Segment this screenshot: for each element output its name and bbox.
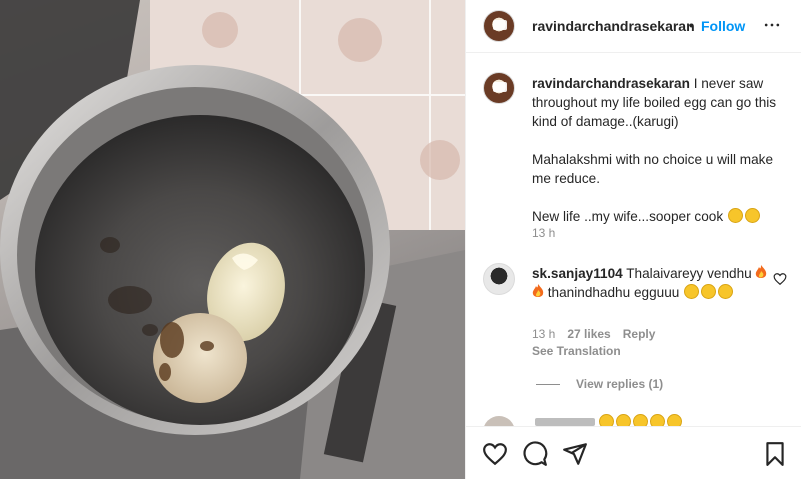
replies-divider-line: [536, 383, 560, 385]
heart-icon[interactable]: [482, 441, 508, 467]
caption-line-2: Mahalakshmi with no choice u will make m…: [532, 152, 774, 186]
commenter-avatar[interactable]: [483, 263, 515, 295]
next-comment-peek: [483, 414, 783, 426]
next-commenter-username: [535, 418, 595, 426]
caption-text: ravindarchandrasekaran I never saw throu…: [532, 74, 794, 245]
header-separator: •: [689, 17, 694, 33]
comment-text: sk.sanjay1104 Thalaivareyy vendhu thanin…: [532, 264, 770, 302]
smile-emoji-icon: [727, 208, 743, 223]
fire-emoji-icon: [756, 265, 767, 278]
more-horizontal-icon[interactable]: [762, 15, 782, 35]
post-image[interactable]: [0, 0, 465, 479]
laughing-emoji-icon: [684, 284, 700, 299]
comment-likes[interactable]: 27 likes: [567, 327, 610, 341]
commenter-username[interactable]: sk.sanjay1104: [532, 266, 623, 281]
emoji-icon: [667, 414, 682, 426]
post-header: ravindarchandrasekaran • Follow: [466, 0, 801, 53]
post-photo-illustration: [0, 0, 465, 479]
emoji-icon: [599, 414, 614, 426]
caption-line-3: New life ..my wife...sooper cook: [532, 209, 727, 224]
comment-timestamp[interactable]: 13 h: [532, 327, 555, 341]
emoji-icon: [633, 414, 648, 426]
next-commenter-avatar[interactable]: [483, 416, 515, 426]
comment-icon[interactable]: [522, 441, 548, 467]
emoji-icon: [616, 414, 631, 426]
comment-meta: 13 h 27 likes Reply: [532, 327, 655, 341]
fire-emoji-icon: [532, 284, 544, 297]
comments-section[interactable]: ravindarchandrasekaran I never saw throu…: [466, 54, 801, 426]
caption-timestamp[interactable]: 13 h: [532, 226, 555, 240]
post-side-panel: ravindarchandrasekaran • Follow ravindar…: [465, 0, 801, 479]
laughing-emoji-icon: [718, 284, 734, 299]
caption-author-avatar[interactable]: [483, 72, 515, 104]
view-replies-button[interactable]: View replies (1): [536, 377, 663, 391]
follow-button[interactable]: Follow: [701, 18, 745, 34]
laughing-emoji-icon: [701, 284, 717, 299]
caption-username[interactable]: ravindarchandrasekaran: [532, 76, 690, 91]
author-avatar[interactable]: [483, 10, 515, 42]
comment-text-part-1: Thalaivareyy vendhu: [622, 266, 756, 281]
smile-emoji-icon: [744, 208, 760, 223]
send-icon[interactable]: [562, 441, 588, 467]
emoji-icon: [650, 414, 665, 426]
next-comment-emojis: [598, 414, 683, 426]
author-username[interactable]: ravindarchandrasekaran: [532, 18, 695, 34]
comment-text-part-2: thanindhadhu egguuu: [544, 285, 684, 300]
reply-button[interactable]: Reply: [623, 327, 656, 341]
comment-like-heart-icon[interactable]: [773, 272, 787, 286]
see-translation-button[interactable]: See Translation: [532, 344, 621, 358]
bookmark-icon[interactable]: [762, 441, 788, 467]
view-replies-label: View replies (1): [576, 377, 664, 391]
action-bar: [466, 426, 801, 479]
